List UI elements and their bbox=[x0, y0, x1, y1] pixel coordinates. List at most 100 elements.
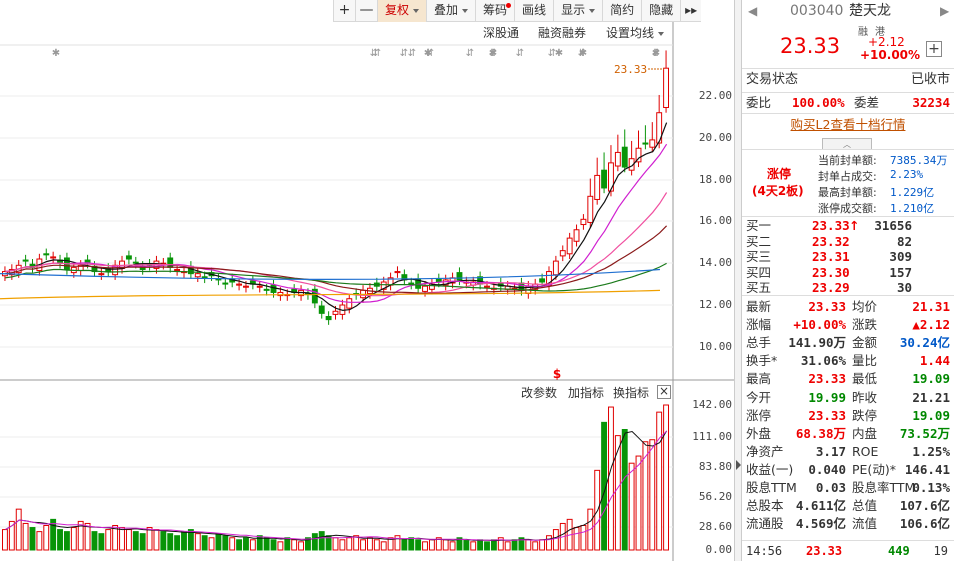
collapse-arrow-icon[interactable] bbox=[736, 460, 741, 470]
bid-row[interactable]: 买五 23.29 30 bbox=[742, 280, 954, 295]
volume-bar-up bbox=[394, 535, 401, 551]
volume-bar-up bbox=[573, 527, 580, 551]
bid-volume: 157 bbox=[889, 264, 912, 280]
volume-bar-down bbox=[236, 539, 243, 551]
volume-bar-down bbox=[181, 531, 187, 551]
volume-bar-up bbox=[594, 469, 601, 551]
volume-bar-down bbox=[318, 531, 325, 551]
prev-stock-icon[interactable]: ◀ bbox=[748, 2, 757, 20]
volume-bar-down bbox=[167, 533, 174, 551]
volume-bar-up bbox=[442, 539, 449, 551]
candle-down bbox=[263, 288, 270, 291]
bid-row[interactable]: 买一 23.33 ↑ 31656 bbox=[742, 218, 954, 233]
panel-splitter[interactable] bbox=[734, 0, 742, 561]
quote-value: 30.24亿 bbox=[899, 335, 950, 351]
volume-bar-down bbox=[57, 529, 63, 551]
volume-tick: 28.60 bbox=[698, 520, 732, 533]
weicha-value: 32234 bbox=[912, 95, 950, 110]
volume-bar-down bbox=[284, 537, 291, 551]
stock-code: 003040 bbox=[790, 3, 844, 19]
add-watchlist-button[interactable]: + bbox=[926, 41, 942, 57]
trade-status-label: 交易状态 bbox=[746, 72, 799, 87]
switch-indicator-button[interactable]: 换指标 bbox=[613, 384, 649, 401]
event-marker-icon: ⇵ bbox=[408, 48, 416, 59]
volume-bar-down bbox=[484, 541, 490, 551]
event-marker-icon: ⇵ bbox=[548, 48, 556, 59]
stock-name: 楚天龙 bbox=[849, 3, 891, 19]
volume-bar-down bbox=[98, 533, 105, 551]
candle-up bbox=[559, 250, 566, 257]
last-price-marker: 23.33 bbox=[614, 63, 647, 76]
quote-value: 23.33 bbox=[808, 299, 846, 314]
volume-bar-down bbox=[415, 539, 422, 551]
candle-down bbox=[132, 261, 139, 264]
candle-down bbox=[642, 142, 649, 145]
quote-key: 最低 bbox=[852, 371, 878, 387]
volume-bar-down bbox=[63, 531, 70, 551]
quote-key: 内盘 bbox=[852, 425, 878, 441]
volume-tick: 111.00 bbox=[692, 430, 732, 443]
buy-l2-link[interactable]: 购买L2查看十档行情 bbox=[791, 117, 906, 132]
bid-volume: 309 bbox=[889, 249, 912, 264]
quote-key: 净资产 bbox=[746, 443, 784, 459]
candle-down bbox=[43, 253, 50, 256]
volume-tick: 0.00 bbox=[705, 543, 733, 556]
next-stock-icon[interactable]: ▶ bbox=[940, 2, 949, 20]
volume-bar-up bbox=[428, 539, 435, 551]
quote-value: 1.44 bbox=[919, 353, 950, 369]
bid-row[interactable]: 买二 23.32 82 bbox=[742, 234, 954, 249]
quote-key: 金额 bbox=[852, 335, 878, 351]
weibi-label: 委比 bbox=[746, 95, 772, 110]
volume-bar-up bbox=[229, 537, 236, 551]
volume-bar-down bbox=[174, 535, 181, 551]
volume-bar-down bbox=[215, 533, 222, 551]
volume-bar-up bbox=[552, 529, 559, 551]
quote-key: PE(动)* bbox=[852, 461, 896, 477]
quote-value: 146.41 bbox=[904, 461, 950, 477]
candle-down bbox=[167, 257, 174, 268]
candle-up bbox=[346, 298, 353, 309]
close-indicator-button[interactable]: × bbox=[657, 385, 671, 399]
volume-bar-down bbox=[270, 539, 277, 551]
candle-down bbox=[22, 259, 29, 262]
candle-down bbox=[456, 272, 463, 281]
volume-bar-down bbox=[132, 531, 139, 551]
ma250-line bbox=[0, 289, 661, 300]
quote-row: 涨停 23.33 跌停 19.09 bbox=[742, 407, 954, 425]
volume-bar-down bbox=[490, 539, 497, 551]
volume-bar-up bbox=[346, 537, 353, 551]
last-price: 23.33 bbox=[780, 34, 841, 58]
change-params-button[interactable]: 改参数 bbox=[521, 384, 557, 401]
event-marker-icon: ⇵ bbox=[466, 48, 474, 59]
bid-row[interactable]: 买三 23.31 309 bbox=[742, 249, 954, 264]
volume-bar-down bbox=[201, 535, 208, 551]
candle-down bbox=[539, 278, 546, 283]
volume-bar-down bbox=[222, 535, 229, 551]
bid-volume: 31656 bbox=[874, 218, 912, 233]
volume-bar-up bbox=[360, 539, 366, 551]
candle-up bbox=[614, 151, 621, 167]
limit-up-key: 最高封单额: bbox=[818, 186, 877, 199]
quote-row: 最高 23.33 最低 19.09 bbox=[742, 370, 954, 388]
bid-row[interactable]: 买四 23.30 157 bbox=[742, 265, 954, 280]
volume-bar-up bbox=[332, 537, 339, 551]
volume-bar-up bbox=[449, 541, 456, 551]
quote-value: 1.25% bbox=[912, 443, 950, 459]
quote-key: 收益(一) bbox=[746, 461, 794, 477]
candle-down bbox=[601, 169, 608, 189]
volume-bar-up bbox=[649, 439, 656, 551]
add-indicator-button[interactable]: 加指标 bbox=[568, 384, 604, 401]
quote-key: 总手 bbox=[746, 335, 772, 351]
quote-row: 净资产 3.17 ROE 1.25% bbox=[742, 443, 954, 461]
quote-row: 涨幅 +10.00% 涨跌 ▲2.12 bbox=[742, 316, 954, 334]
quote-value: 19.09 bbox=[912, 371, 950, 387]
quote-key: 股息率TTM bbox=[852, 480, 916, 495]
bid-volume: 82 bbox=[896, 233, 912, 249]
quote-key: 总值 bbox=[852, 498, 878, 514]
kline-chart[interactable]: 23.33✱ ✱ ✱ ✱ ✱ ✱⇵⇵ ⇵ ⇵ ⇵ ⇵ ⇵ ⇵ ⇵ ⇵ ⇵$ bbox=[0, 0, 734, 561]
tick-volume: 449 bbox=[888, 544, 910, 558]
price-tick: 20.00 bbox=[698, 131, 732, 144]
quote-key: 股息TTM bbox=[746, 480, 797, 495]
volume-bar-up bbox=[119, 527, 125, 551]
rzrq-tag: 融 bbox=[858, 27, 868, 38]
